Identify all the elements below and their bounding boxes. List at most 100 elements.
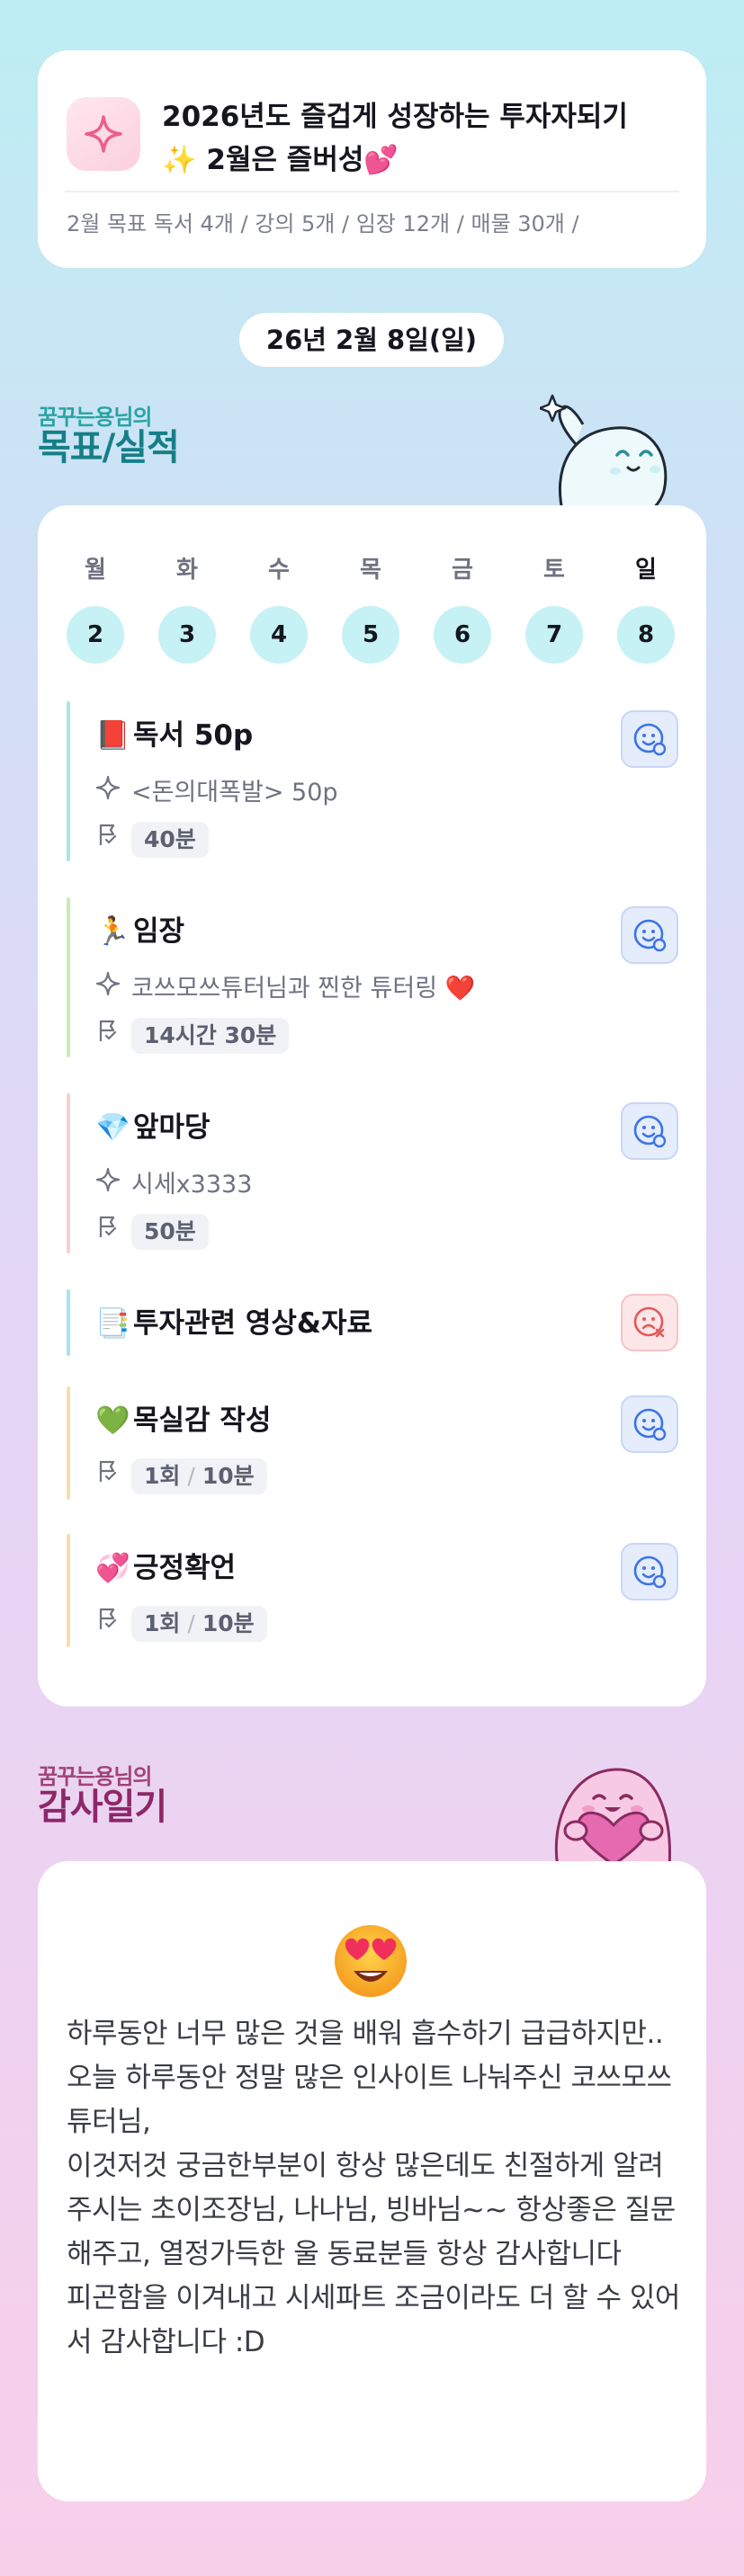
task-title-text: 임장	[133, 915, 185, 948]
day-label: 토	[543, 557, 565, 584]
ghost-mascot-icon	[540, 394, 668, 514]
task-title: 📕 독서 50p	[95, 718, 253, 753]
day-date: 6	[434, 606, 491, 664]
day-label: 월	[85, 557, 106, 584]
smile-check-icon	[633, 1555, 667, 1589]
time-chip: 40분	[131, 822, 209, 858]
status-done-button[interactable]	[621, 1395, 678, 1453]
task-color-bar	[67, 1289, 70, 1356]
flag-icon	[95, 1214, 131, 1250]
status-done-button[interactable]	[621, 710, 678, 768]
count-time-chip: 1회/ 10분	[131, 1606, 267, 1642]
heart-eyes-emoji-icon	[335, 1925, 407, 1997]
day-sunday: 일 8	[617, 554, 675, 664]
flag-icon	[95, 1018, 131, 1054]
task-title: 💞 긍정확언	[95, 1550, 236, 1586]
day-thursday: 목 5	[342, 554, 399, 664]
day-wednesday: 수 4	[250, 554, 308, 664]
task-detail-text: <돈의대폭발> 50p	[131, 779, 338, 807]
document-icon: 📑	[95, 1307, 130, 1340]
performance-title: 목표/실적	[38, 427, 180, 468]
gratitude-text: 하루동안 너무 많은 것을 배워 흡수하기 급급하지만.. 오늘 하루동안 정말…	[67, 2012, 687, 2365]
smile-check-icon	[633, 919, 667, 952]
task-color-bar	[67, 701, 70, 861]
task-gratitude-journal[interactable]: 💚 목실감 작성 1회/ 10분	[67, 1386, 678, 1500]
task-title-text: 목실감 작성	[133, 1404, 272, 1437]
task-detail: 코쓰모쓰튜터님과 찐한 튜터링 ❤️	[95, 971, 475, 1007]
task-time: 40분	[95, 822, 209, 858]
status-done-button[interactable]	[621, 1543, 678, 1600]
task-investment-media[interactable]: 📑 투자관련 영상&자료	[67, 1289, 678, 1356]
gratitude-card: 하루동안 너무 많은 것을 배워 흡수하기 급급하지만.. 오늘 하루동안 정말…	[38, 1861, 706, 2501]
day-label: 목	[360, 557, 381, 584]
day-label: 수	[268, 557, 290, 584]
gratitude-title: 감사일기	[38, 1787, 167, 1828]
frown-x-icon	[633, 1306, 665, 1338]
sparkle-icon	[67, 97, 140, 171]
task-title-text: 앞마당	[133, 1111, 211, 1144]
day-date: 3	[158, 606, 216, 664]
day-label: 금	[452, 557, 473, 584]
day-tuesday: 화 3	[158, 554, 216, 664]
task-reading[interactable]: 📕 독서 50p <돈의대폭발> 50p 40분	[67, 701, 678, 861]
time-chip: 50분	[131, 1214, 209, 1250]
day-label: 일	[635, 557, 657, 584]
status-not-done-button[interactable]	[621, 1294, 678, 1351]
task-title-text: 긍정확언	[133, 1552, 237, 1584]
chip-separator: /	[187, 1463, 195, 1489]
task-front-yard[interactable]: 💎 앞마당 시세x3333 50분	[67, 1093, 678, 1253]
flag-icon	[95, 822, 131, 858]
status-done-button[interactable]	[621, 1102, 678, 1160]
runner-icon: 🏃	[95, 915, 130, 948]
day-date: 4	[250, 606, 308, 664]
time-value: 10분	[202, 1463, 255, 1489]
task-title-text: 투자관련 영상&자료	[133, 1307, 372, 1340]
task-color-bar	[67, 897, 70, 1057]
task-title: 📑 투자관련 영상&자료	[95, 1306, 372, 1341]
sparkle-outline-icon	[95, 775, 131, 811]
day-date: 7	[525, 606, 583, 664]
task-site-visit[interactable]: 🏃 임장 코쓰모쓰튜터님과 찐한 튜터링 ❤️ 14시간 30분	[67, 897, 678, 1057]
day-date: 2	[67, 606, 124, 664]
task-title-text: 독서 50p	[133, 719, 254, 752]
task-time: 14시간 30분	[95, 1018, 290, 1054]
goal-title-line1: 2026년도 즐겁게 성장하는 투자자되기	[162, 101, 628, 133]
monthly-goal-card: 2026년도 즐겁게 성장하는 투자자되기 ✨ 2월은 즐버성💕 2월 목표 독…	[38, 50, 706, 268]
task-time: 1회/ 10분	[95, 1458, 267, 1494]
date-badge: 26년 2월 8일(일)	[239, 313, 504, 367]
task-title: 🏃 임장	[95, 914, 184, 949]
smile-check-icon	[633, 1408, 667, 1441]
task-title: 💚 목실감 작성	[95, 1403, 271, 1439]
count-time-chip: 1회/ 10분	[131, 1458, 267, 1494]
performance-card: 월 2 화 3 수 4 목 5 금 6 토 7 일 8 📕 독서 50p <돈의대…	[38, 505, 706, 1707]
goal-title: 2026년도 즐겁게 성장하는 투자자되기 ✨ 2월은 즐버성💕	[162, 95, 684, 182]
gratitude-line: 피곤함을 이겨내고 시세파트 조금이라도 더 할 수 있어서 감사합니다 :D	[67, 2282, 680, 2358]
day-friday: 금 6	[434, 554, 491, 664]
task-color-bar	[67, 1386, 70, 1500]
gratitude-line: 이것저것 궁금한부분이 항상 많은데도 친절하게 알려주시는 초이조장님, 나나…	[67, 2150, 676, 2270]
green-heart-icon: 💚	[95, 1404, 130, 1437]
task-color-bar	[67, 1534, 70, 1647]
divider	[65, 191, 679, 192]
task-color-bar	[67, 1093, 70, 1253]
task-detail: 시세x3333	[95, 1167, 252, 1203]
sparkle-outline-icon	[95, 971, 131, 1007]
gratitude-line: 하루동안 너무 많은 것을 배워 흡수하기 급급하지만..	[67, 2018, 664, 2050]
flag-icon	[95, 1458, 131, 1494]
task-detail-text: 코쓰모쓰튜터님과 찐한 튜터링 ❤️	[131, 975, 476, 1003]
flag-icon	[95, 1606, 131, 1642]
goal-title-line2: ✨ 2월은 즐버성💕	[162, 144, 399, 176]
task-affirmation[interactable]: 💞 긍정확언 1회/ 10분	[67, 1534, 678, 1647]
day-label: 화	[176, 557, 198, 584]
task-time: 1회/ 10분	[95, 1606, 267, 1642]
day-saturday: 토 7	[525, 554, 583, 664]
day-date: 8	[617, 606, 675, 664]
day-monday: 월 2	[67, 554, 124, 664]
smile-check-icon	[633, 1115, 667, 1148]
status-done-button[interactable]	[621, 906, 678, 964]
task-detail-text: 시세x3333	[131, 1171, 253, 1199]
book-icon: 📕	[95, 719, 130, 752]
time-value: 10분	[202, 1610, 255, 1636]
count-value: 1회	[144, 1463, 181, 1489]
chip-separator: /	[187, 1610, 195, 1636]
